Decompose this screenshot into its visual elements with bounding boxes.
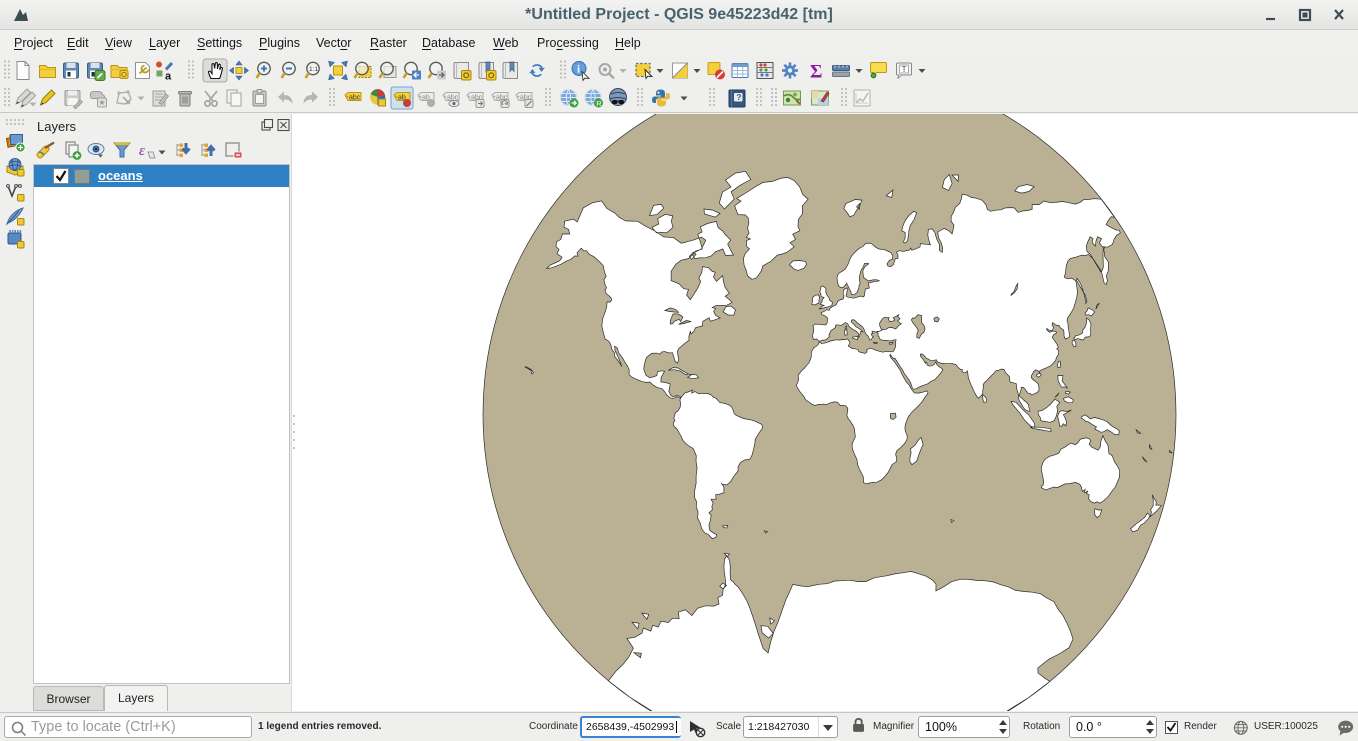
svg-text:a: a [165,71,172,83]
svg-text:ε: ε [139,143,145,159]
svg-text:Σ: Σ [810,62,822,83]
svg-text:R: R [596,99,602,108]
svg-text:i: i [577,64,580,76]
svg-text:1:1: 1:1 [309,66,318,73]
svg-text:T: T [902,65,907,74]
svg-text:abc: abc [349,94,361,101]
svg-text:?: ? [736,92,741,102]
